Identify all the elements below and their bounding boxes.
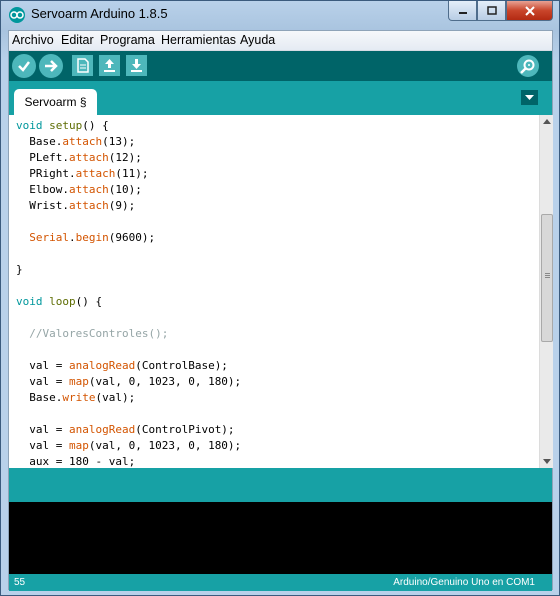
code-token: void — [16, 119, 43, 132]
code-line: PRight.attach(11); — [16, 166, 148, 182]
code-token: setup — [49, 119, 83, 132]
code-token: (9600); — [108, 231, 156, 244]
title-bar[interactable]: Servoarm Arduino 1.8.5 — [1, 1, 559, 29]
menu-archivo[interactable]: Archivo — [12, 33, 54, 47]
scroll-up-icon[interactable] — [543, 119, 551, 124]
code-line: val = map(val, 0, 1023, 0, 180); — [16, 438, 241, 454]
code-token: map — [68, 439, 89, 452]
arduino-window: Servoarm Arduino 1.8.5 Archivo Editar Pr… — [0, 0, 560, 596]
open-icon[interactable] — [99, 55, 120, 76]
menu-programa[interactable]: Programa — [100, 33, 155, 47]
code-token: Base. — [16, 391, 63, 404]
code-token: (val, 0, 1023, 0, 180); — [88, 439, 242, 452]
code-token: attach — [68, 199, 109, 212]
window-title: Servoarm Arduino 1.8.5 — [31, 6, 168, 21]
code-token: Elbow. — [16, 183, 69, 196]
code-token: (12); — [108, 151, 142, 164]
code-line: val = map(val, 0, 1023, 0, 180); — [16, 374, 241, 390]
verify-icon[interactable] — [12, 54, 36, 78]
code-token: attach — [68, 183, 109, 196]
code-token: analogRead — [68, 359, 136, 372]
minimize-button[interactable] — [448, 1, 477, 21]
app-client-area: Archivo Editar Programa Herramientas Ayu… — [8, 30, 553, 591]
code-line: void setup() { — [16, 118, 109, 134]
code-line: void loop() { — [16, 294, 102, 310]
code-token: attach — [75, 167, 116, 180]
menu-editar[interactable]: Editar — [61, 33, 94, 47]
scrollbar-thumb[interactable] — [541, 214, 553, 342]
arduino-logo-icon — [9, 7, 25, 23]
code-token: (11); — [115, 167, 149, 180]
maximize-button[interactable] — [477, 1, 506, 21]
code-token: val = — [16, 359, 69, 372]
code-token: (val); — [95, 391, 136, 404]
toolbar — [9, 51, 552, 81]
tab-servoarm[interactable]: Servoarm § — [14, 89, 97, 115]
code-token: . — [69, 231, 76, 244]
menu-herramientas[interactable]: Herramientas — [161, 33, 236, 47]
new-icon[interactable] — [72, 55, 93, 76]
code-token: (val, 0, 1023, 0, 180); — [88, 375, 242, 388]
chevron-down-icon — [525, 95, 534, 100]
code-token: (13); — [102, 135, 136, 148]
code-line: aux = 180 - val; — [16, 454, 135, 468]
code-line: Elbow.attach(10); — [16, 182, 142, 198]
code-line: Base.write(val); — [16, 390, 135, 406]
close-button[interactable] — [506, 1, 553, 21]
code-token: (9); — [108, 199, 136, 212]
console-output[interactable] — [9, 502, 552, 574]
code-token: write — [62, 391, 96, 404]
menu-bar: Archivo Editar Programa Herramientas Ayu… — [9, 31, 552, 51]
code-line: val = analogRead(ControlBase); — [16, 358, 228, 374]
save-icon[interactable] — [126, 55, 147, 76]
code-token: loop — [49, 295, 76, 308]
code-line: //ValoresControles(); — [16, 326, 168, 342]
message-area — [9, 468, 552, 502]
code-token: analogRead — [68, 423, 136, 436]
code-token: val = — [16, 423, 69, 436]
code-editor[interactable]: void setup() { Base.attach(13); PLeft.at… — [9, 115, 539, 468]
code-token: Wrist. — [16, 199, 69, 212]
code-token: begin — [75, 231, 109, 244]
code-token: Base. — [16, 135, 63, 148]
code-token: PLeft. — [16, 151, 69, 164]
code-token: map — [68, 375, 89, 388]
tab-menu-button[interactable] — [521, 90, 538, 105]
code-token: () { — [75, 295, 103, 308]
code-token: () { — [82, 119, 109, 132]
scroll-down-icon[interactable] — [543, 459, 551, 464]
code-token: (ControlBase); — [135, 359, 228, 372]
code-token: (10); — [108, 183, 142, 196]
upload-icon[interactable] — [39, 54, 63, 78]
code-token: val = — [16, 439, 69, 452]
code-line: PLeft.attach(12); — [16, 150, 142, 166]
code-token: PRight. — [16, 167, 76, 180]
code-token: void — [16, 295, 43, 308]
code-token: //ValoresControles(); — [16, 327, 169, 340]
code-line: Base.attach(13); — [16, 134, 135, 150]
code-token: } — [16, 263, 23, 276]
code-token: attach — [62, 135, 103, 148]
tab-bar: Servoarm § — [9, 81, 552, 115]
status-bar: 55 Arduino/Genuino Uno en COM1 — [9, 574, 552, 591]
code-line: val = analogRead(ControlPivot); — [16, 422, 235, 438]
menu-ayuda[interactable]: Ayuda — [240, 33, 275, 47]
code-line: } — [16, 262, 23, 278]
code-line: Serial.begin(9600); — [16, 230, 155, 246]
code-token: aux = 180 - val; — [16, 455, 136, 468]
code-line: Wrist.attach(9); — [16, 198, 135, 214]
editor-vertical-scrollbar[interactable] — [539, 115, 553, 468]
board-port-label: Arduino/Genuino Uno en COM1 — [393, 577, 535, 588]
code-token: attach — [68, 151, 109, 164]
code-token: Serial — [29, 231, 69, 244]
serial-monitor-icon[interactable] — [517, 55, 539, 77]
code-token: (ControlPivot); — [135, 423, 235, 436]
code-token: val = — [16, 375, 69, 388]
line-number: 55 — [14, 577, 26, 588]
